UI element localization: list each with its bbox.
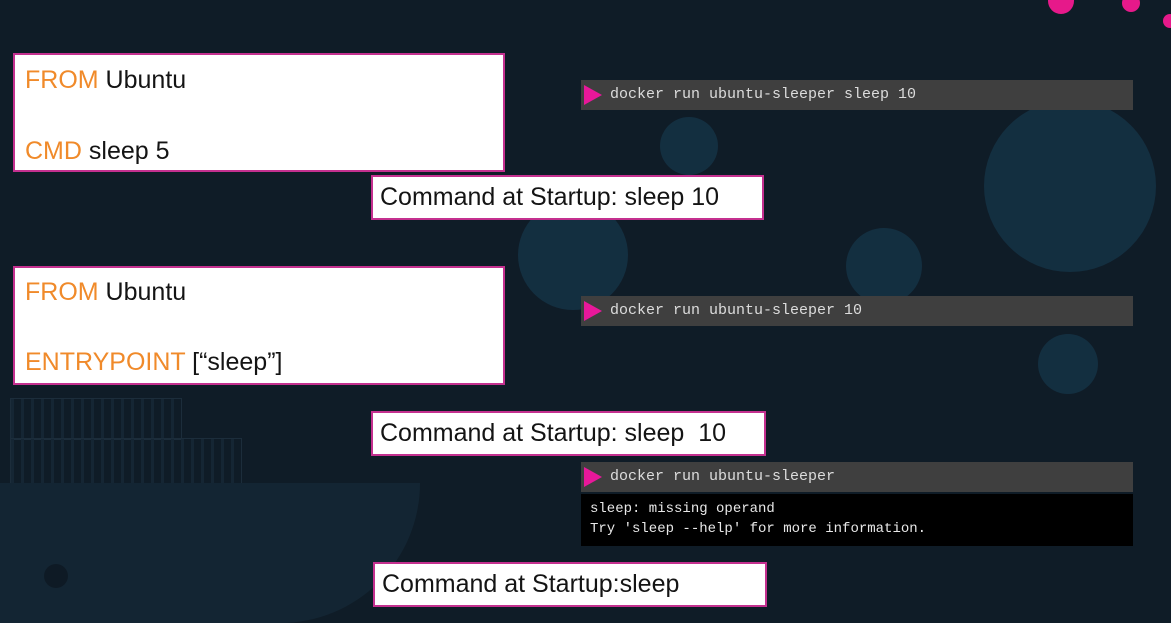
dockerfile-argument: Ubuntu [98,278,187,306]
background-circle [660,117,718,175]
terminal-output-line: sleep: missing operand [590,501,775,517]
background-circle [1038,334,1098,394]
decorative-dot [1122,0,1140,12]
startup-command-text: Command at Startup: sleep 10 [380,419,727,447]
prompt-triangle-icon [584,467,602,487]
terminal-command: docker run ubuntu-sleeper 10 [610,302,863,319]
dockerfile-line: CMD sleep 5 [25,137,170,166]
terminal-command: docker run ubuntu-sleeper sleep 10 [610,86,917,103]
dockerfile-box-entrypoint: FROM Ubuntu ENTRYPOINT [“sleep”] [13,266,505,385]
dockerfile-line: FROM Ubuntu [25,66,186,95]
dockerfile-argument: sleep 5 [81,137,170,165]
dockerfile-keyword: FROM [25,66,99,94]
docker-whale-icon [0,388,420,623]
background-circle [846,228,922,304]
dockerfile-line: ENTRYPOINT [“sleep”] [25,348,282,377]
terminal-command-bar: docker run ubuntu-sleeper [581,462,1133,492]
background-circle [984,100,1156,272]
terminal-output: sleep: missing operand Try 'sleep --help… [581,494,1133,546]
terminal-command-bar: docker run ubuntu-sleeper sleep 10 [581,80,1133,110]
dockerfile-box-cmd: FROM Ubuntu CMD sleep 5 [13,53,505,172]
startup-command-box: Command at Startup:sleep [373,562,767,607]
prompt-triangle-icon [584,301,602,321]
startup-command-box: Command at Startup: sleep 10 [371,411,766,456]
startup-command-box: Command at Startup: sleep 10 [371,175,764,220]
dockerfile-keyword: CMD [25,137,82,165]
decorative-dot [1163,14,1171,28]
dockerfile-argument: Ubuntu [98,66,187,94]
startup-command-text: Command at Startup:sleep [382,570,680,598]
dockerfile-keyword: ENTRYPOINT [25,348,186,376]
terminal-output-line: Try 'sleep --help' for more information. [590,521,927,537]
dockerfile-argument: [“sleep”] [185,348,283,376]
terminal-command-bar: docker run ubuntu-sleeper 10 [581,296,1133,326]
startup-command-text: Command at Startup: sleep 10 [380,183,720,211]
dockerfile-keyword: FROM [25,278,99,306]
prompt-triangle-icon [584,85,602,105]
decorative-dot [1048,0,1074,14]
terminal-command: docker run ubuntu-sleeper [610,468,836,485]
dockerfile-line: FROM Ubuntu [25,278,186,307]
